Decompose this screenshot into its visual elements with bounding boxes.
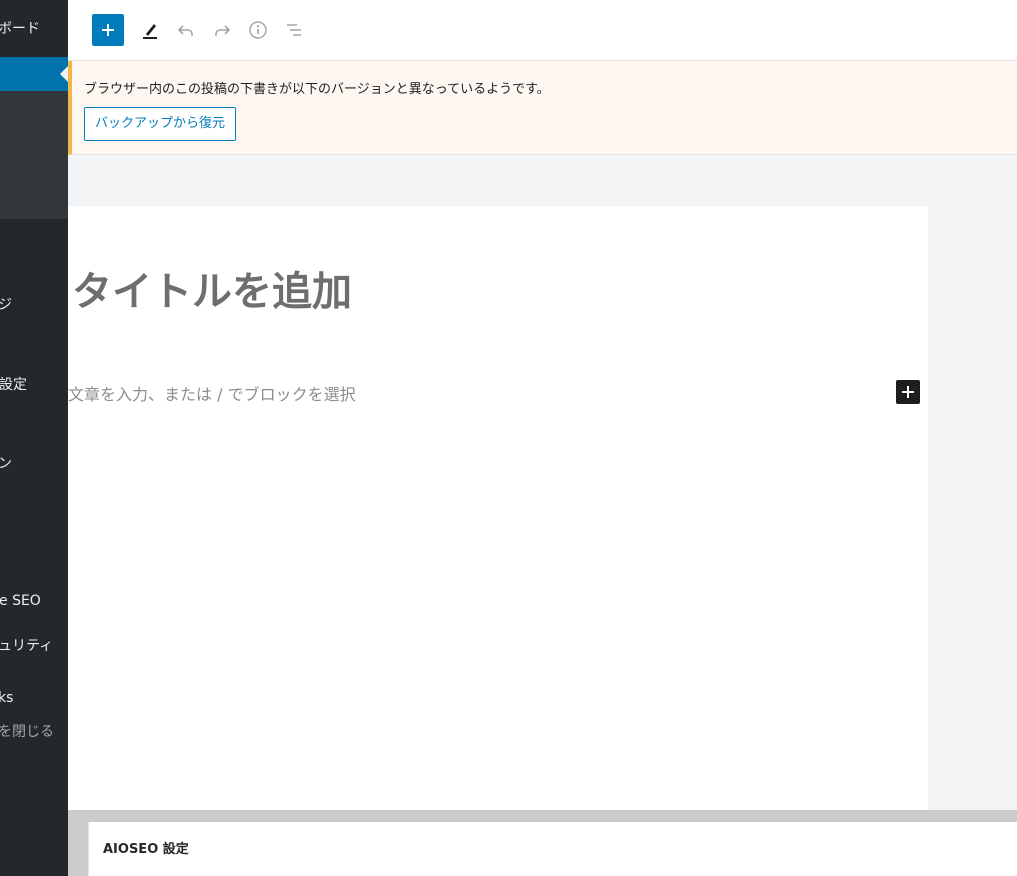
redo-icon	[215, 25, 231, 36]
post-title-input[interactable]: タイトルを追加	[72, 268, 352, 316]
editor-toolbar	[68, 0, 1017, 61]
details-button[interactable]	[242, 14, 274, 46]
redo-button[interactable]	[206, 14, 238, 46]
metabox-area: AIOSEO 設定	[68, 810, 1017, 876]
sidebar-item-ks[interactable]: ks	[0, 689, 13, 707]
sidebar-item-plugins[interactable]: ン	[0, 455, 12, 473]
sidebar-item-pages[interactable]: ジ	[0, 296, 12, 314]
sidebar-item-settings[interactable]: 設定	[0, 376, 27, 394]
metabox-title: AIOSEO 設定	[103, 842, 189, 857]
plus-icon	[102, 24, 114, 36]
plus-icon	[902, 386, 914, 398]
editor-canvas: タイトルを追加 文章を入力、または / でブロックを選択	[68, 206, 928, 810]
notice-message: ブラウザー内のこの投稿の下書きが以下のバージョンと異なっているようです。	[84, 82, 550, 97]
sidebar-item-all-in-one-seo[interactable]: e SEO	[0, 592, 41, 610]
active-menu-arrow	[60, 66, 68, 82]
list-view-button[interactable]	[278, 14, 310, 46]
info-icon	[249, 21, 267, 39]
aioseo-metabox[interactable]: AIOSEO 設定	[88, 822, 1017, 876]
add-block-button[interactable]	[92, 14, 124, 46]
backup-notice: ブラウザー内のこの投稿の下書きが以下のバージョンと異なっているようです。 バック…	[68, 61, 1017, 155]
sidebar-item-dashboard[interactable]: ボード	[0, 20, 40, 38]
pencil-icon	[143, 24, 157, 39]
undo-button[interactable]	[170, 14, 202, 46]
admin-sidebar: ボード ジ 設定 ン e SEO ュリティ ks を閉じる	[0, 0, 68, 876]
default-block-appender[interactable]: 文章を入力、または / でブロックを選択	[68, 381, 356, 405]
list-view-icon	[287, 24, 301, 36]
sidebar-submenu	[0, 91, 68, 219]
sidebar-item-security[interactable]: ュリティ	[0, 637, 53, 655]
undo-icon	[177, 25, 193, 36]
block-inserter-button[interactable]	[896, 380, 920, 404]
restore-backup-button[interactable]: バックアップから復元	[84, 107, 237, 141]
tools-button[interactable]	[134, 14, 166, 46]
sidebar-item-posts-active[interactable]	[0, 57, 68, 91]
sidebar-collapse-menu[interactable]: を閉じる	[0, 723, 54, 741]
